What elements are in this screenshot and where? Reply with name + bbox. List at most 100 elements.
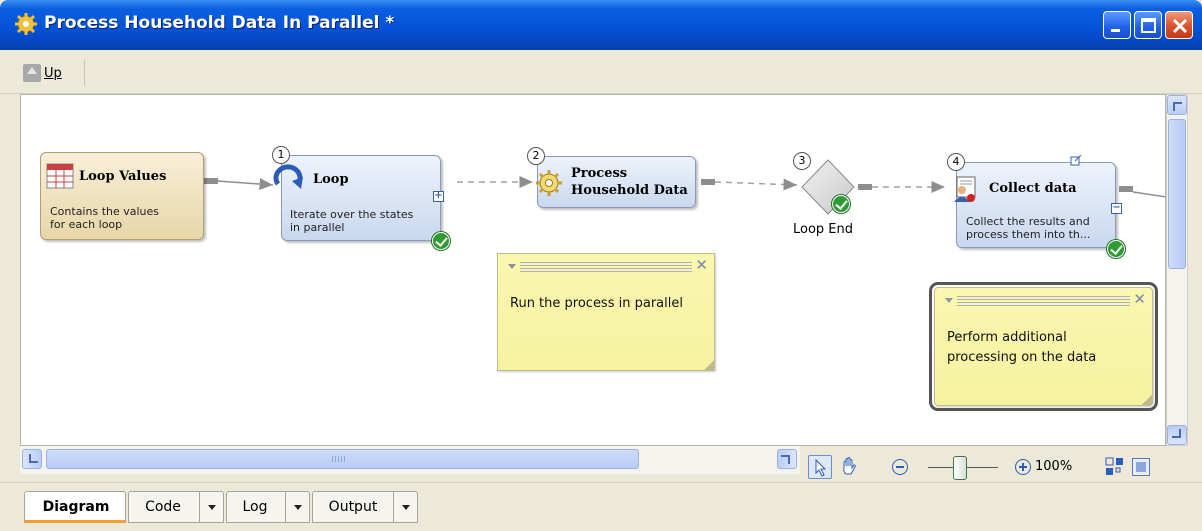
sticky-note-selected[interactable]: ✕ Perform additional processing on the d… — [929, 282, 1158, 411]
step-number-badge: 1 — [272, 146, 290, 164]
tab-label: Diagram — [42, 499, 110, 515]
node-title: Loop Values — [79, 169, 167, 184]
connector-collect-out — [1119, 186, 1165, 198]
scroll-right-button[interactable] — [777, 449, 797, 469]
pointer-tool-button[interactable] — [808, 455, 832, 479]
note-grip[interactable] — [957, 296, 1130, 308]
vertical-scrollbar[interactable] — [1166, 94, 1188, 446]
node-description-line: Iterate over the states — [290, 208, 414, 221]
sticky-note[interactable]: ✕ Run the process in parallel — [497, 253, 715, 371]
toolbar-separator — [84, 60, 85, 86]
layout-button[interactable] — [1103, 455, 1127, 479]
window-title: Process Household Data In Parallel * — [44, 13, 395, 33]
node-description-line: Collect the results and — [966, 215, 1090, 228]
node-title-line: Household Data — [571, 183, 688, 198]
diagram-canvas[interactable]: Loop Values Contains the values for each… — [20, 94, 1166, 446]
toolbar: Up — [0, 50, 1202, 94]
close-icon — [1172, 18, 1188, 34]
gear-process-icon — [536, 170, 562, 196]
scroll-grip — [332, 456, 346, 462]
tab-output[interactable]: Output — [312, 491, 418, 523]
node-description: Iterate over the states in parallel — [290, 208, 413, 234]
note-resize-handle[interactable] — [704, 360, 714, 370]
scroll-down-button[interactable] — [1167, 425, 1187, 445]
tab-dropdown-arrow-icon[interactable] — [393, 492, 417, 522]
node-loop[interactable]: Loop + Iterate over the states in parall… — [273, 155, 444, 241]
tab-code[interactable]: Code — [128, 491, 224, 523]
node-description: Collect the results and process them int… — [966, 215, 1090, 241]
link-icon — [1070, 155, 1082, 166]
node-title-line: Process — [571, 166, 628, 181]
step-number-badge: 3 — [793, 152, 811, 170]
step-number-badge: 4 — [947, 153, 965, 171]
node-title: Collect data — [989, 181, 1077, 196]
person-document-icon — [954, 176, 976, 202]
minimize-button[interactable] — [1103, 11, 1131, 39]
connector-process-loopend — [701, 178, 798, 191]
zoom-in-button[interactable] — [1015, 459, 1031, 475]
expand-toggle[interactable]: + — [433, 191, 444, 202]
close-button[interactable] — [1165, 11, 1193, 39]
scroll-up-button[interactable] — [1167, 95, 1187, 115]
note-menu-icon[interactable] — [945, 298, 953, 303]
close-icon[interactable]: ✕ — [695, 257, 708, 273]
node-description-line: process them into th... — [966, 228, 1091, 241]
node-title: Process Household Data — [571, 165, 688, 199]
node-description-line: Contains the values — [50, 205, 160, 218]
tab-dropdown-arrow-icon[interactable] — [199, 492, 223, 522]
zoom-toolbar: 100% — [800, 446, 1188, 482]
check-icon — [432, 232, 450, 250]
up-button[interactable]: Up — [23, 61, 68, 85]
note-resize-handle[interactable] — [1142, 395, 1152, 405]
note-text-line: Perform additional — [947, 330, 1067, 345]
tab-label: Code — [145, 499, 181, 515]
note-grip[interactable] — [520, 262, 692, 274]
maximize-button[interactable] — [1134, 11, 1162, 39]
node-loop-values[interactable]: Loop Values Contains the values for each… — [40, 152, 204, 240]
scroll-left-button[interactable] — [22, 449, 42, 469]
node-label: Loop End — [793, 222, 854, 237]
up-arrow-icon — [23, 64, 41, 82]
node-description-line: for each loop — [50, 218, 123, 231]
connector-loopvalues-loop — [204, 178, 274, 191]
node-description-line: in parallel — [290, 221, 345, 234]
title-bar[interactable]: Process Household Data In Parallel * — [0, 0, 1202, 50]
tab-label: Log — [242, 499, 268, 515]
node-title: Loop — [313, 172, 349, 187]
bottom-tabs: Diagram Code Log Output — [0, 482, 1202, 531]
node-description: Contains the values for each loop — [50, 205, 159, 231]
zoom-out-button[interactable] — [892, 459, 908, 475]
hand-icon — [843, 457, 856, 475]
minimize-icon — [1111, 29, 1120, 32]
tab-label: Output — [328, 499, 378, 515]
zoom-slider-knob[interactable] — [953, 456, 967, 480]
horizontal-scrollbar[interactable] — [20, 446, 800, 474]
tab-log[interactable]: Log — [226, 491, 310, 523]
table-icon — [46, 163, 74, 189]
zoom-level: 100% — [1035, 459, 1073, 474]
pan-tool-button[interactable] — [838, 455, 862, 479]
node-collect-data[interactable]: Collect data − Collect the results and p… — [954, 155, 1122, 248]
fit-to-window-button[interactable] — [1132, 458, 1150, 476]
grid-layout-icon — [1105, 457, 1123, 475]
connector-loopend-collect — [858, 181, 945, 193]
tab-dropdown-arrow-icon[interactable] — [285, 492, 309, 522]
step-number-badge: 2 — [527, 147, 545, 165]
vertical-scroll-thumb[interactable] — [1168, 119, 1186, 269]
gear-icon — [15, 13, 37, 35]
check-icon — [1107, 240, 1125, 258]
horizontal-scroll-thumb[interactable] — [46, 449, 639, 469]
up-label: Up — [44, 65, 62, 81]
maximize-icon — [1141, 18, 1156, 33]
check-icon — [832, 195, 850, 213]
note-menu-icon[interactable] — [508, 264, 516, 269]
note-text[interactable]: Run the process in parallel — [510, 294, 683, 314]
tab-diagram[interactable]: Diagram — [24, 491, 126, 523]
pointer-icon — [815, 458, 827, 477]
note-text-line: processing on the data — [947, 350, 1097, 365]
node-process-household-data[interactable]: Process Household Data — [536, 156, 696, 208]
note-text[interactable]: Perform additional processing on the dat… — [947, 328, 1096, 368]
collapse-toggle[interactable]: − — [1111, 203, 1122, 214]
close-icon[interactable]: ✕ — [1133, 291, 1146, 307]
loop-arrow-icon — [273, 164, 303, 189]
